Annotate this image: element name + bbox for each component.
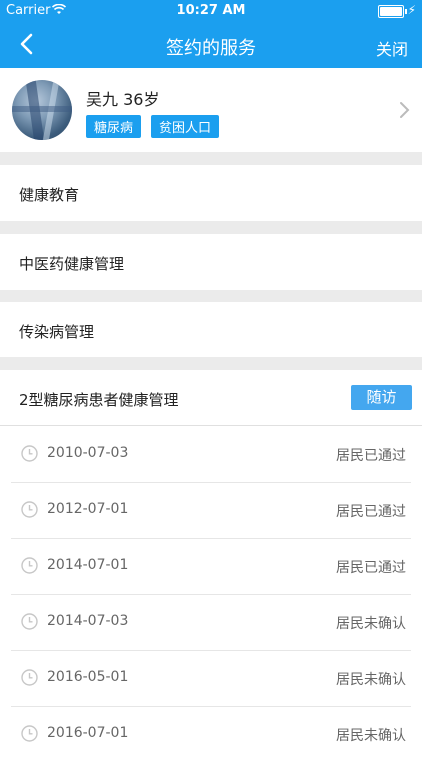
record-status: 居民已通过 [336,448,406,464]
follow-up-record[interactable]: 2014-07-01 居民已通过 [11,538,411,595]
diabetes-section-header: 2型糖尿病患者健康管理 随访 [0,370,422,425]
resident-profile[interactable]: 吴九 36岁 糖尿病 贫困人口 [0,68,422,152]
page-title: 签约的服务 [166,38,256,59]
section-separator [0,221,422,234]
menu-item-tcm-health[interactable]: 中医药健康管理 [0,234,422,290]
clock-icon [21,557,38,574]
clock-icon [21,725,38,742]
record-date: 2016-07-01 [47,725,129,741]
chevron-right-icon [400,102,410,118]
battery-icon [378,5,407,18]
charging-icon: ⚡ [407,3,416,17]
menu-item-infectious-disease[interactable]: 传染病管理 [0,302,422,358]
section-separator [0,152,422,165]
follow-up-record[interactable]: 2016-05-01 居民未确认 [11,650,411,707]
tag-diabetes: 糖尿病 [86,115,142,138]
close-button[interactable]: 关闭 [376,36,408,60]
section-title: 2型糖尿病患者健康管理 [19,391,179,409]
follow-up-record[interactable]: 2014-07-03 居民未确认 [11,594,411,651]
avatar [12,80,72,140]
record-status: 居民已通过 [336,504,406,520]
nav-bar: 签约的服务 关闭 [0,22,422,68]
record-status: 居民未确认 [336,728,406,744]
menu-item-health-education[interactable]: 健康教育 [0,165,422,221]
menu-item-label: 中医药健康管理 [19,255,125,273]
clock-icon [21,445,38,462]
clock-icon [21,501,38,518]
tag-poverty: 贫困人口 [151,115,220,138]
record-status: 居民已通过 [336,560,406,576]
clock-icon [21,669,38,686]
status-bar: Carrier 10:27 AM ⚡ [0,0,422,22]
section-separator [0,357,422,370]
record-status: 居民未确认 [336,672,406,688]
record-date: 2014-07-01 [47,557,129,573]
record-date: 2016-05-01 [47,669,129,685]
status-time: 10:27 AM [176,3,246,18]
record-date: 2010-07-03 [47,445,129,461]
record-date: 2012-07-01 [47,501,129,517]
record-status: 居民未确认 [336,616,406,632]
follow-up-record[interactable]: 2010-07-03 居民已通过 [11,426,411,483]
clock-icon [21,613,38,630]
resident-name-age: 吴九 36岁 [86,90,160,109]
resident-tags: 糖尿病 贫困人口 [86,115,229,138]
follow-up-record[interactable]: 2012-07-01 居民已通过 [11,482,411,539]
menu-item-label: 健康教育 [19,186,80,204]
menu-item-label: 传染病管理 [19,323,95,341]
follow-up-record[interactable]: 2016-07-01 居民未确认 [11,706,411,762]
record-date: 2014-07-03 [47,613,129,629]
follow-up-button[interactable]: 随访 [351,385,412,410]
